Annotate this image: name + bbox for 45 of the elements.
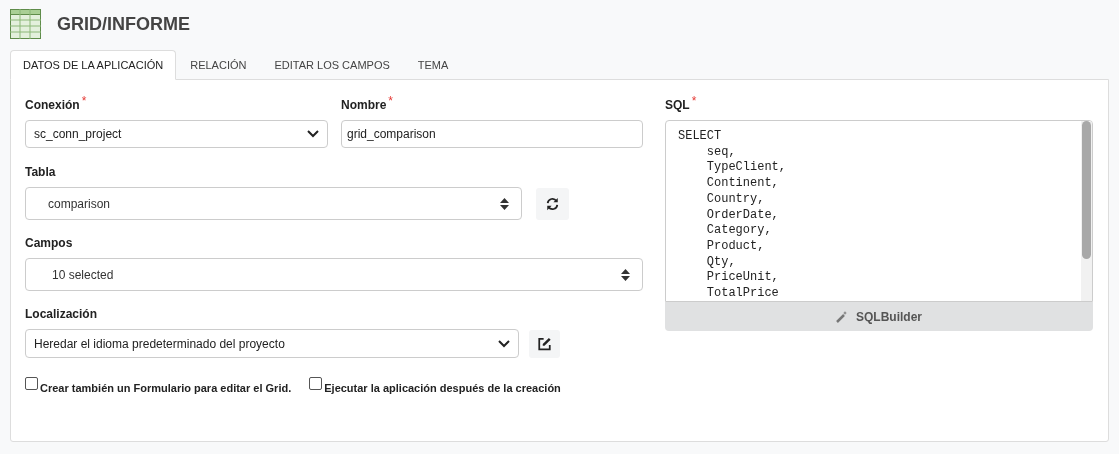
code-line: Category,	[705, 223, 772, 239]
page-title: GRID/INFORME	[57, 12, 190, 36]
tab[interactable]: RELACIÓN	[176, 50, 261, 80]
checkbox[interactable]	[25, 377, 38, 390]
code-line: Country,	[705, 191, 765, 208]
checkbox-label: Crear también un Formulario para editar el Grid.	[40, 381, 292, 396]
code-line: PriceUnit,	[705, 270, 779, 287]
sort-icon	[500, 197, 509, 210]
required-mark: *	[691, 96, 697, 106]
edit-icon	[537, 336, 552, 351]
checkbox[interactable]	[309, 377, 323, 390]
table-select[interactable]: comparison	[25, 187, 522, 220]
refresh-button[interactable]	[536, 187, 569, 220]
code-line: OrderDate,	[705, 207, 779, 224]
magic-wand-icon	[836, 310, 848, 323]
connection-select[interactable]: sc_conn_project	[25, 120, 328, 148]
name-field[interactable]: grid_comparison	[341, 120, 643, 148]
field-label: Conexión	[25, 97, 80, 114]
table-icon	[10, 9, 41, 39]
tab[interactable]: DATOS DE LA APLICACIÓN	[10, 50, 177, 80]
refresh-icon	[545, 196, 560, 211]
tab[interactable]: EDITAR LOS CAMPOS	[260, 50, 404, 80]
field-label: Tabla	[25, 164, 56, 181]
checkbox-label: Ejecutar la aplicación después de la creación	[324, 381, 561, 396]
code-line: TypeClient,	[705, 160, 787, 177]
tab[interactable]: TEMA	[403, 50, 463, 80]
code-line: Continent,	[705, 176, 779, 192]
code-line: Product,	[705, 238, 765, 255]
edit-button[interactable]	[529, 329, 560, 358]
field-label: Nombre	[341, 97, 387, 114]
field-label: Localización	[25, 306, 98, 323]
chevron-down-icon	[307, 130, 319, 138]
sort-icon	[621, 268, 630, 281]
field-label: SQL	[665, 97, 690, 114]
locale-select[interactable]: Heredar el idioma predeterminado del proyecto	[25, 329, 519, 358]
code-line: SELECT	[678, 129, 722, 145]
code-line: Qty,	[705, 254, 736, 271]
code-line: TotalPrice	[705, 286, 779, 301]
sql-builder-button[interactable]: SQLBuilder	[665, 302, 1093, 331]
code-line: seq,	[705, 144, 736, 161]
field-label: Campos	[25, 235, 73, 252]
fields-select[interactable]: 10 selected	[25, 258, 643, 291]
chevron-down-icon	[498, 339, 510, 348]
required-mark: *	[388, 96, 393, 106]
required-mark: *	[81, 96, 87, 106]
